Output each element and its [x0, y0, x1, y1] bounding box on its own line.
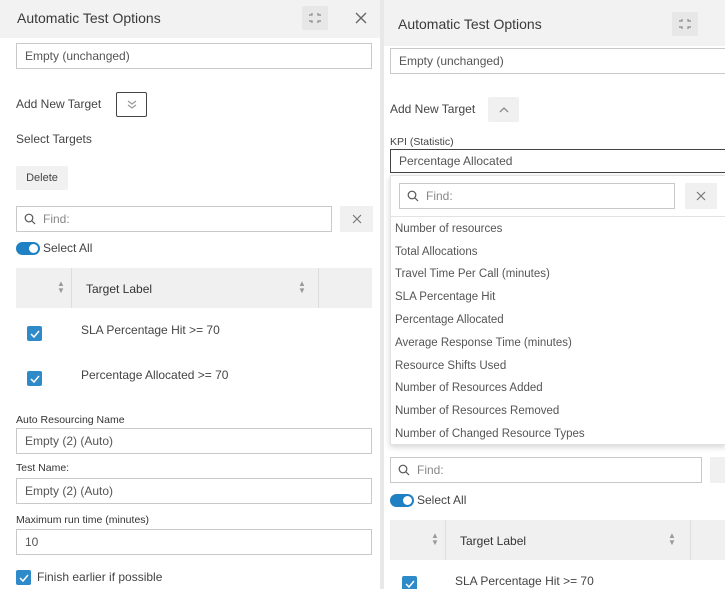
- check-icon: [29, 330, 40, 338]
- clear-find-button[interactable]: [710, 457, 725, 483]
- find-input[interactable]: Find:: [16, 206, 332, 232]
- close-icon: [696, 191, 706, 201]
- finish-earlier-label: Finish earlier if possible: [37, 570, 163, 584]
- test-name-label: Test Name:: [16, 462, 70, 474]
- search-icon: [24, 213, 36, 228]
- target-label-header: Target Label: [460, 534, 527, 548]
- panel-header: Automatic Test Options: [0, 0, 380, 38]
- column-divider: [690, 520, 691, 560]
- table-row: Percentage Allocated >= 70: [81, 368, 229, 382]
- search-icon: [398, 464, 410, 479]
- auto-resourcing-name-field[interactable]: Empty (2) (Auto): [16, 428, 372, 454]
- check-icon: [404, 580, 415, 588]
- check-icon: [29, 375, 40, 383]
- close-icon[interactable]: [350, 7, 372, 29]
- select-all-label: Select All: [43, 241, 93, 255]
- target-label-header: Target Label: [86, 282, 153, 296]
- panel-header: Automatic Test Options: [384, 0, 725, 46]
- row-checkbox[interactable]: [27, 371, 42, 386]
- kpi-option[interactable]: Travel Time Per Call (minutes): [395, 268, 550, 280]
- finish-earlier-checkbox[interactable]: [16, 570, 31, 585]
- column-divider: [318, 268, 319, 308]
- auto-resourcing-name-label: Auto Resourcing Name: [16, 414, 125, 426]
- sort-icon[interactable]: ▲ ▼: [297, 280, 307, 295]
- kpi-option[interactable]: Number of Resources Removed: [395, 405, 559, 417]
- kpi-select[interactable]: Percentage Allocated: [390, 149, 725, 173]
- column-divider: [71, 268, 72, 308]
- select-targets-label: Select Targets: [16, 132, 92, 146]
- check-icon: [18, 574, 29, 582]
- panel-title: Automatic Test Options: [398, 16, 542, 32]
- kpi-dropdown: Find: Number of resources Total Allocati…: [390, 175, 725, 445]
- delete-button[interactable]: Delete: [16, 166, 68, 190]
- select-all-toggle[interactable]: [390, 494, 414, 507]
- clear-find-button[interactable]: [340, 206, 373, 232]
- table-header: ▲ ▼ Target Label ▲ ▼: [16, 268, 372, 308]
- dropdown-find-input[interactable]: Find:: [399, 183, 675, 209]
- kpi-option[interactable]: Number of Changed Resource Types: [395, 428, 585, 440]
- find-input[interactable]: Find:: [390, 457, 702, 483]
- kpi-option[interactable]: Number of Resources Added: [395, 382, 543, 394]
- kpi-option[interactable]: Percentage Allocated: [395, 314, 504, 326]
- kpi-option[interactable]: Average Response Time (minutes): [395, 337, 572, 349]
- search-icon: [407, 190, 419, 205]
- chevron-up-icon[interactable]: [488, 97, 519, 122]
- kpi-label: KPI (Statistic): [390, 136, 454, 148]
- kpi-option[interactable]: Resource Shifts Used: [395, 360, 506, 372]
- max-run-time-label: Maximum run time (minutes): [16, 514, 150, 526]
- select-all-label: Select All: [417, 493, 467, 507]
- kpi-option[interactable]: SLA Percentage Hit: [395, 291, 495, 303]
- clear-dropdown-find-button[interactable]: [685, 183, 717, 209]
- name-field[interactable]: Empty (unchanged): [16, 43, 372, 69]
- close-icon: [352, 214, 361, 224]
- automatic-test-options-panel-right: Automatic Test Options Empty (unchanged)…: [384, 0, 725, 589]
- name-field[interactable]: Empty (unchanged): [390, 48, 725, 74]
- table-row: SLA Percentage Hit >= 70: [455, 574, 594, 588]
- kpi-option[interactable]: Total Allocations: [395, 246, 477, 258]
- add-new-target-label: Add New Target: [16, 97, 102, 111]
- table-header: ▲ ▼ Target Label ▲ ▼: [390, 520, 725, 560]
- row-checkbox[interactable]: [27, 326, 42, 341]
- table-row: SLA Percentage Hit >= 70: [81, 323, 220, 337]
- test-name-field[interactable]: Empty (2) (Auto): [16, 478, 372, 504]
- add-new-target-label: Add New Target: [390, 102, 476, 116]
- collapse-corners-icon[interactable]: [302, 6, 328, 30]
- sort-icon[interactable]: ▲ ▼: [667, 532, 677, 547]
- double-chevron-down-icon[interactable]: [116, 92, 147, 117]
- sort-icon[interactable]: ▲ ▼: [56, 280, 66, 295]
- panel-title: Automatic Test Options: [17, 10, 161, 26]
- column-divider: [445, 520, 446, 560]
- dropdown-separator: [391, 216, 725, 217]
- row-checkbox[interactable]: [402, 576, 417, 589]
- collapse-corners-icon[interactable]: [672, 12, 698, 36]
- sort-icon[interactable]: ▲ ▼: [430, 532, 440, 547]
- kpi-option[interactable]: Number of resources: [395, 223, 502, 235]
- automatic-test-options-panel-left: Automatic Test Options Empty (unchanged)…: [0, 0, 380, 589]
- max-run-time-field[interactable]: 10: [16, 529, 372, 555]
- select-all-toggle[interactable]: [16, 242, 40, 255]
